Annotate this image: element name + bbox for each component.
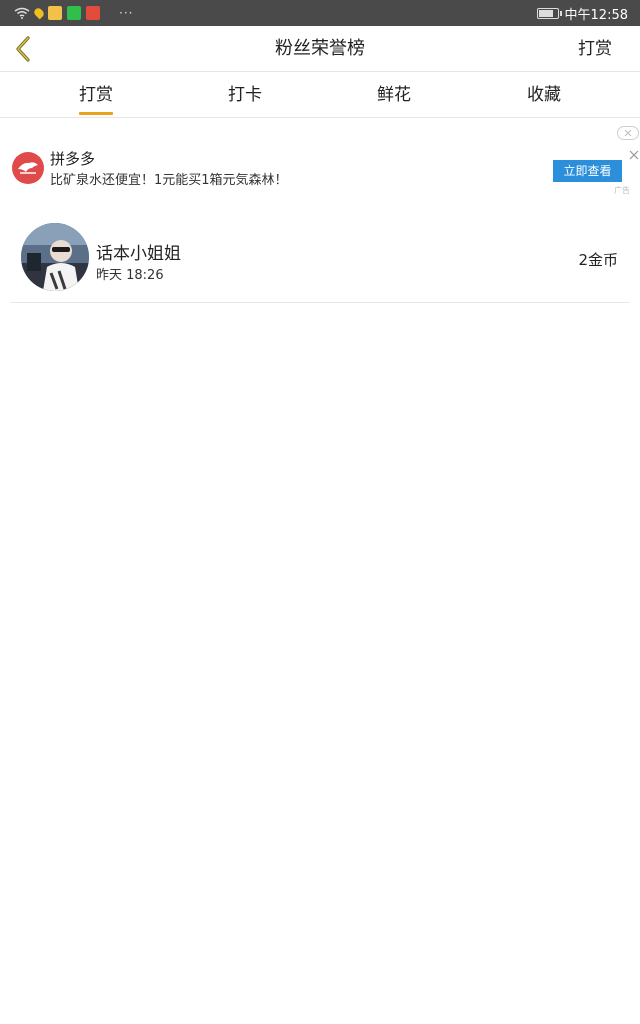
ad-brand-name: 拼多多 bbox=[50, 150, 96, 168]
list-item[interactable]: 话本小姐姐 昨天 18:26 2金币 bbox=[10, 210, 630, 303]
battery-level bbox=[538, 9, 553, 17]
ad-banner[interactable]: 拼多多 比矿泉水还便宜！1元能买1箱元気森林！ 立即查看 广告 bbox=[0, 118, 640, 200]
tab-bar: 打赏 打卡 鲜花 收藏 bbox=[0, 72, 640, 118]
status-bar-right: 中午12:58 bbox=[536, 4, 628, 23]
reward-amount: 2金币 bbox=[578, 251, 618, 269]
battery-icon bbox=[536, 7, 562, 19]
fan-name: 话本小姐姐 bbox=[96, 244, 181, 264]
tab-favorites[interactable]: 收藏 bbox=[527, 72, 561, 118]
reward-action-button[interactable]: 打赏 bbox=[578, 26, 612, 72]
ad-dismiss-button[interactable] bbox=[617, 126, 639, 140]
tab-reward[interactable]: 打赏 bbox=[79, 72, 113, 118]
ad-label: 广告 bbox=[614, 186, 630, 195]
ad-brand-logo bbox=[12, 152, 44, 184]
header: 粉丝荣誉榜 打赏 bbox=[0, 26, 640, 72]
status-time: 中午12:58 bbox=[564, 7, 628, 23]
status-bar: ··· 中午12:58 bbox=[0, 0, 640, 26]
close-icon bbox=[629, 150, 639, 160]
tab-checkin[interactable]: 打卡 bbox=[228, 72, 262, 118]
ad-close-button[interactable] bbox=[628, 146, 640, 160]
ad-description: 比矿泉水还便宜！1元能买1箱元気森林！ bbox=[50, 173, 288, 188]
game-notification-icon bbox=[86, 6, 100, 20]
location-icon bbox=[32, 6, 46, 20]
more-notifications-indicator: ··· bbox=[119, 6, 134, 20]
message-notification-icon bbox=[67, 6, 81, 20]
wifi-icon bbox=[14, 7, 30, 19]
page-title: 粉丝荣誉榜 bbox=[275, 38, 365, 59]
close-icon bbox=[624, 129, 632, 137]
avatar bbox=[21, 223, 89, 291]
avatar-photo bbox=[21, 223, 89, 291]
app-notification-icon bbox=[48, 6, 62, 20]
ad-view-now-button[interactable]: 立即查看 bbox=[553, 160, 622, 182]
eagle-logo-icon bbox=[18, 162, 38, 174]
tab-flowers[interactable]: 鲜花 bbox=[377, 72, 411, 118]
reward-time: 昨天 18:26 bbox=[96, 268, 164, 283]
status-bar-left: ··· bbox=[14, 5, 133, 21]
